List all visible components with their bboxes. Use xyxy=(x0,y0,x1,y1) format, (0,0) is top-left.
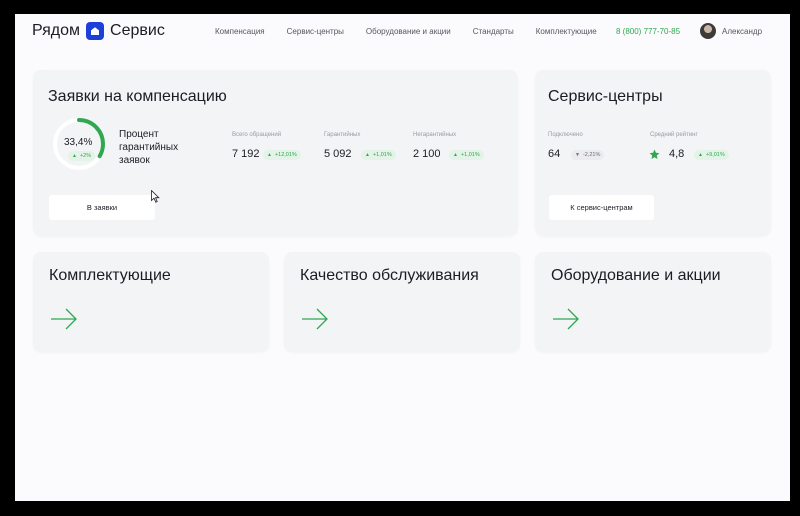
rating-delta: +9,01% xyxy=(705,152,725,158)
stat-total-delta-badge: ▲ +12,01% xyxy=(263,150,301,160)
tile-title: Комплектующие xyxy=(49,267,171,284)
stat-total-label: Всего обращений xyxy=(232,132,282,138)
tile-title: Качество обслуживания xyxy=(300,267,479,284)
compensation-title: Заявки на компенсацию xyxy=(48,88,227,105)
rating-label: Средний рейтинг xyxy=(650,132,698,138)
connected-value: 64 xyxy=(548,148,561,160)
user-name: Александр xyxy=(722,26,763,36)
triangle-up-icon: ▲ xyxy=(72,153,77,159)
connected-label: Подключено xyxy=(548,132,583,138)
gauge-label-line: заявок xyxy=(119,155,150,166)
nav-standards[interactable]: Стандарты xyxy=(473,27,514,36)
triangle-down-icon: ▼ xyxy=(575,152,580,158)
triangle-up-icon: ▲ xyxy=(698,152,703,158)
stat-warranty-value: 5 092 xyxy=(324,148,352,160)
rating-delta-badge: ▲ +9,01% xyxy=(694,150,729,160)
to-service-centers-button[interactable]: К сервис-центрам xyxy=(549,195,654,220)
connected-delta: -2,21% xyxy=(582,152,601,158)
connected-delta-badge: ▼ -2,21% xyxy=(571,150,605,160)
star-icon xyxy=(649,149,660,159)
triangle-up-icon: ▲ xyxy=(365,152,370,158)
gauge-label: Процент гарантийных заявок xyxy=(119,128,178,167)
main-nav: Компенсация Сервис-центры Оборудование и… xyxy=(215,27,619,36)
rating-value: 4,8 xyxy=(669,148,685,160)
gauge-percent: 33,4% xyxy=(64,137,93,148)
gauge-label-line: гарантийных xyxy=(119,142,179,153)
nav-equipment[interactable]: Оборудование и акции xyxy=(366,27,451,36)
tile-components[interactable]: Комплектующие xyxy=(33,252,269,352)
logo-text-left: Рядом xyxy=(32,22,81,39)
gauge-label-line: Процент xyxy=(119,129,159,140)
avatar xyxy=(700,23,716,39)
triangle-up-icon: ▲ xyxy=(453,152,458,158)
tile-title: Оборудование и акции xyxy=(551,267,721,284)
logo-text-right: Сервис xyxy=(110,22,165,39)
arrow-right-icon xyxy=(553,308,579,330)
nav-compensation[interactable]: Компенсация xyxy=(215,27,265,36)
stat-nonwarranty-delta: +1,01% xyxy=(460,152,480,158)
stat-total-value: 7 192 xyxy=(232,148,260,160)
gauge-delta: +2% xyxy=(79,153,92,159)
triangle-up-icon: ▲ xyxy=(267,152,272,158)
user-menu[interactable]: Александр xyxy=(700,23,762,39)
nav-service-centers[interactable]: Сервис-центры xyxy=(287,27,344,36)
arrow-right-icon xyxy=(51,308,77,330)
compensation-card: Заявки на компенсацию 33,4% ▲ +2% Процен… xyxy=(33,70,518,236)
tile-equipment[interactable]: Оборудование и акции xyxy=(535,252,771,352)
tile-service-quality[interactable]: Качество обслуживания xyxy=(284,252,520,352)
stat-nonwarranty-label: Негарантийных xyxy=(413,132,457,138)
stat-total-delta: +12,01% xyxy=(274,152,297,158)
stat-warranty-delta-badge: ▲ +1,01% xyxy=(361,150,396,160)
stat-nonwarranty-value: 2 100 xyxy=(413,148,441,160)
stat-warranty-delta: +1,01% xyxy=(372,152,392,158)
service-centers-card: Сервис-центры Подключено 64 ▼ -2,21% Сре… xyxy=(535,70,771,236)
phone-number[interactable]: 8 (800) 777-70-85 xyxy=(616,27,680,36)
app-frame: Рядом Сервис Компенсация Сервис-центры О… xyxy=(15,14,790,501)
service-centers-title: Сервис-центры xyxy=(548,88,663,105)
to-requests-button[interactable]: В заявки xyxy=(49,195,155,220)
cursor-icon xyxy=(151,190,160,203)
nav-components[interactable]: Комплектующие xyxy=(536,27,597,36)
logo[interactable]: Рядом Сервис xyxy=(32,22,165,40)
house-icon xyxy=(86,22,105,40)
top-header: Рядом Сервис Компенсация Сервис-центры О… xyxy=(15,14,790,50)
arrow-right-icon xyxy=(302,308,328,330)
stat-nonwarranty-delta-badge: ▲ +1,01% xyxy=(449,150,484,160)
gauge-delta-badge: ▲ +2% xyxy=(68,151,96,161)
stat-warranty-label: Гарантийных xyxy=(324,132,361,138)
